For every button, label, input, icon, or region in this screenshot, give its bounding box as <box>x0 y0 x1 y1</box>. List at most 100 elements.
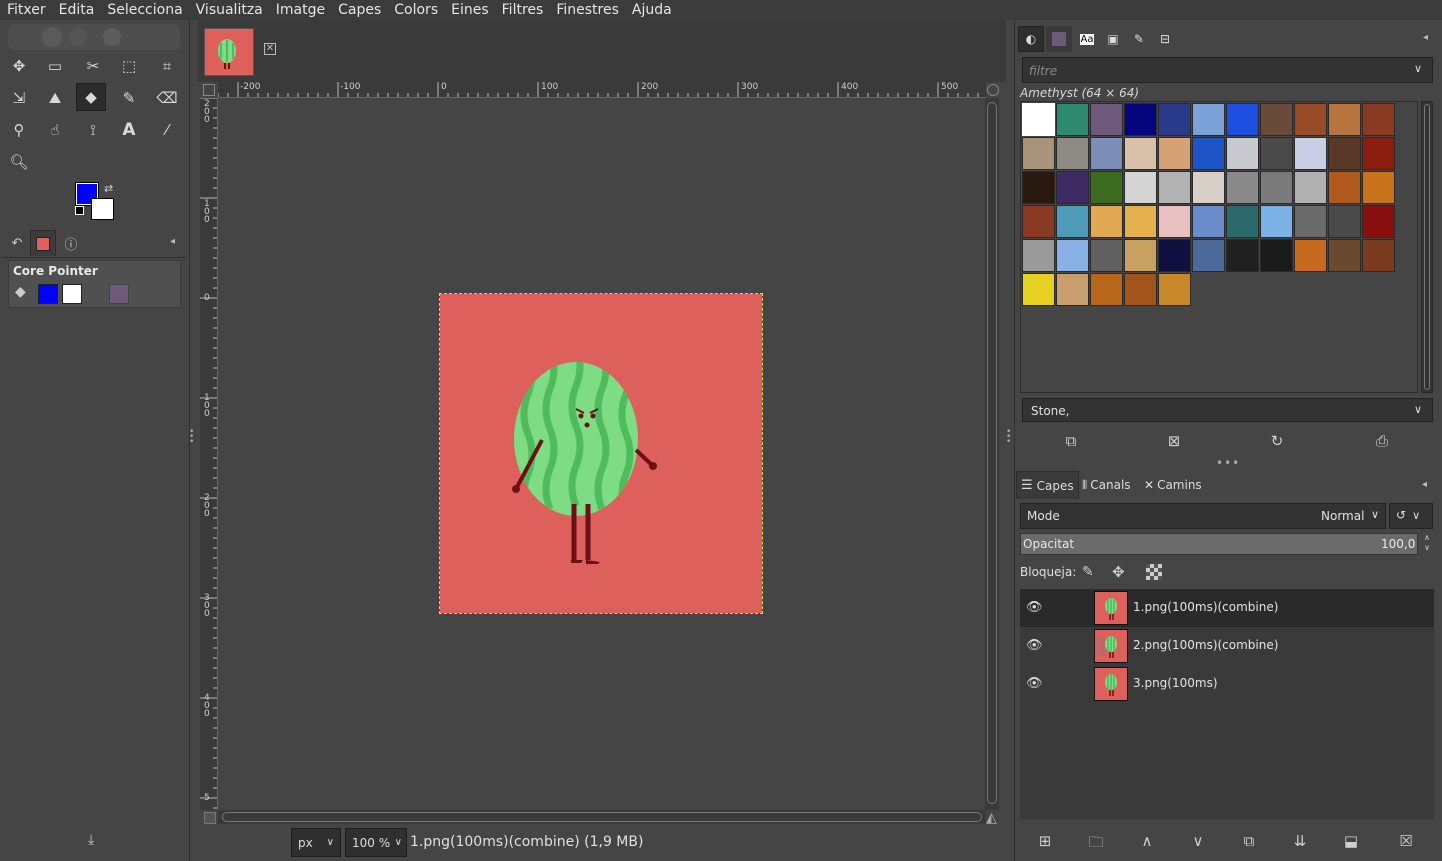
pattern-swatch[interactable] <box>1158 205 1191 238</box>
tool-presets-tab-icon[interactable]: ⊟ <box>1152 26 1178 52</box>
brushes-tab-icon[interactable]: ◐ <box>1018 26 1044 52</box>
pattern-swatch[interactable] <box>1158 103 1191 136</box>
navigate-icon[interactable]: ◭ <box>986 810 997 826</box>
layer-name[interactable]: 3.png(100ms) <box>1133 676 1218 690</box>
scissors-tool-icon[interactable]: ✂ <box>78 52 108 80</box>
pattern-swatch[interactable] <box>1260 171 1293 204</box>
pattern-swatch[interactable] <box>1226 239 1259 272</box>
visibility-eye-icon[interactable]: 👁︎ <box>1026 600 1043 616</box>
background-color-swatch[interactable] <box>91 198 114 220</box>
layer-row[interactable]: 👁︎ 3.png(100ms) <box>1020 665 1434 703</box>
menu-visualitza[interactable]: Visualitza <box>189 2 269 18</box>
pattern-swatch[interactable] <box>1260 205 1293 238</box>
pattern-swatch[interactable] <box>1158 137 1191 170</box>
pattern-swatch[interactable] <box>1328 137 1361 170</box>
smudge-tool-icon[interactable]: ☝ <box>40 116 70 144</box>
pattern-swatch[interactable] <box>1124 273 1157 306</box>
menu-filtres[interactable]: Filtres <box>495 2 550 18</box>
pattern-swatch[interactable] <box>1192 103 1225 136</box>
pattern-swatch[interactable] <box>1022 103 1055 136</box>
opacity-stepper[interactable]: ∧ ∨ <box>1420 533 1434 555</box>
pattern-swatch[interactable] <box>1192 137 1225 170</box>
pattern-swatch[interactable] <box>1226 103 1259 136</box>
pattern-swatch[interactable] <box>1328 171 1361 204</box>
pattern-swatch[interactable] <box>1362 103 1395 136</box>
pattern-swatch[interactable] <box>1022 171 1055 204</box>
pattern-swatch[interactable] <box>1022 205 1055 238</box>
text-tool-icon[interactable]: A <box>114 116 144 144</box>
pattern-swatch[interactable] <box>1192 239 1225 272</box>
images-tab-icon[interactable] <box>30 230 56 256</box>
pattern-swatch[interactable] <box>1362 205 1395 238</box>
pattern-filter-input[interactable]: filtre ∨ <box>1022 57 1433 83</box>
image-tab-thumbnail[interactable] <box>204 28 254 76</box>
tab-layers[interactable]: ☰ Capes <box>1016 471 1079 499</box>
pattern-swatch[interactable] <box>1192 205 1225 238</box>
pattern-swatch[interactable] <box>1022 239 1055 272</box>
pattern-swatch[interactable] <box>1362 171 1395 204</box>
menu-imatge[interactable]: Imatge <box>269 2 331 18</box>
perspective-tool-icon[interactable]: ⛰ <box>40 84 70 112</box>
clone-tool-icon[interactable]: ⚲ <box>4 116 34 144</box>
layer-row[interactable]: 👁︎ 1.png(100ms)(combine) <box>1020 589 1434 627</box>
visibility-eye-icon[interactable]: 👁︎ <box>1026 638 1043 654</box>
new-layer-group-icon[interactable]: 🗀︎ <box>1085 832 1107 852</box>
zoom-selector[interactable]: 100 % ∨ <box>345 828 407 857</box>
layer-name[interactable]: 2.png(100ms)(combine) <box>1133 638 1278 652</box>
pattern-scrollbar[interactable] <box>1421 101 1433 393</box>
pattern-swatch[interactable] <box>1124 137 1157 170</box>
new-layer-icon[interactable]: ⊞ <box>1034 832 1056 852</box>
pattern-swatch[interactable] <box>1124 103 1157 136</box>
tab-menu-icon[interactable]: ◂ <box>1422 479 1427 490</box>
lower-layer-icon[interactable]: ∨ <box>1187 832 1209 852</box>
pattern-swatch[interactable] <box>1090 205 1123 238</box>
horizontal-scrollbar[interactable] <box>218 810 986 824</box>
raise-layer-icon[interactable]: ∧ <box>1136 832 1158 852</box>
paint-dynamics-tab-icon[interactable]: ✎ <box>1126 26 1152 52</box>
tab-menu-icon[interactable]: ◂ <box>1423 32 1428 43</box>
pattern-swatch[interactable] <box>1328 205 1361 238</box>
pattern-swatch[interactable] <box>1328 103 1361 136</box>
pattern-swatch[interactable] <box>1124 205 1157 238</box>
pattern-swatch[interactable] <box>1056 103 1089 136</box>
pattern-swatch[interactable] <box>1294 171 1327 204</box>
right-dock-resize-handle[interactable]: • • • <box>1006 428 1012 450</box>
move-tool-icon[interactable]: ✥ <box>4 52 34 80</box>
close-image-tab-icon[interactable]: ✕ <box>264 43 276 55</box>
image-canvas[interactable] <box>439 293 763 614</box>
pattern-swatch[interactable] <box>1124 171 1157 204</box>
pattern-swatch[interactable] <box>1056 137 1089 170</box>
zoom-to-window-icon[interactable] <box>987 84 999 96</box>
color-picker-tool-icon[interactable]: ⁄ <box>152 116 182 144</box>
menu-finestres[interactable]: Finestres <box>549 2 625 18</box>
pattern-swatch[interactable] <box>1056 205 1089 238</box>
pattern-swatch[interactable] <box>1158 239 1191 272</box>
menu-colors[interactable]: Colors <box>387 2 444 18</box>
pattern-name-select[interactable]: Stone, ∨ <box>1022 398 1433 422</box>
tab-paths[interactable]: ✕ Camins <box>1140 471 1206 499</box>
menu-edita[interactable]: Edita <box>52 2 101 18</box>
lock-position-icon[interactable]: ✥ <box>1112 563 1125 581</box>
menu-eines[interactable]: Eines <box>444 2 495 18</box>
path-tool-icon[interactable]: ⟟ <box>78 116 108 144</box>
pattern-swatch[interactable] <box>1090 273 1123 306</box>
layer-name[interactable]: 1.png(100ms)(combine) <box>1133 600 1278 614</box>
pattern-swatch[interactable] <box>1090 103 1123 136</box>
pattern-swatch[interactable] <box>1158 171 1191 204</box>
fuzzy-select-tool-icon[interactable]: ⬚ <box>114 52 144 80</box>
delete-pattern-icon[interactable]: ⊠ <box>1163 432 1185 452</box>
pattern-swatch[interactable] <box>1362 239 1395 272</box>
pattern-swatch[interactable] <box>1226 137 1259 170</box>
patterns-tab-icon[interactable] <box>1046 26 1072 52</box>
pattern-swatch[interactable] <box>1294 205 1327 238</box>
default-colors-icon[interactable] <box>75 206 84 215</box>
zoom-tool-icon[interactable]: 🔍︎ <box>4 148 34 176</box>
pattern-swatch[interactable] <box>1192 171 1225 204</box>
open-as-image-icon[interactable]: ⎙ <box>1371 432 1393 452</box>
pattern-swatch[interactable] <box>1328 239 1361 272</box>
menu-capes[interactable]: Capes <box>331 2 387 18</box>
refresh-icon[interactable]: ↻ <box>1266 432 1288 452</box>
lock-alpha-icon[interactable] <box>1146 564 1162 580</box>
pattern-swatch[interactable] <box>1260 103 1293 136</box>
pattern-swatch[interactable] <box>1362 137 1395 170</box>
